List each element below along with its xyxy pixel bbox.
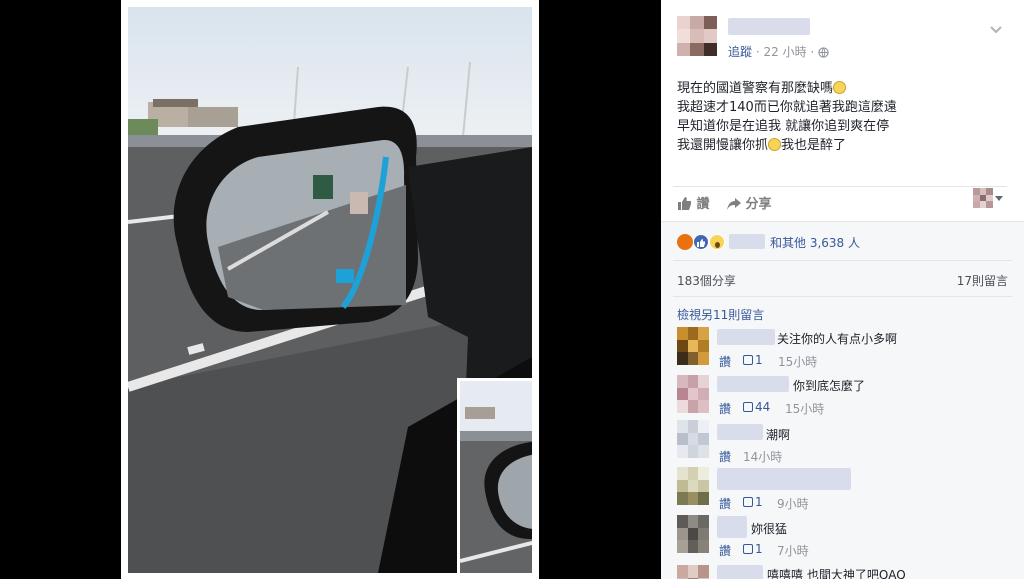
post-line-4: 我還開慢讓你抓 [677, 138, 769, 153]
comment-time[interactable]: 14小時 [743, 448, 782, 465]
comment-like-count[interactable]: 1 [743, 495, 763, 509]
commenter-avatar[interactable] [677, 375, 709, 413]
reactor-name-redacted[interactable] [729, 234, 765, 249]
comment-like-link[interactable]: 讚 [719, 400, 731, 417]
comment-text: 你到底怎麼了 [793, 379, 866, 393]
comment-time[interactable]: 9小時 [777, 495, 809, 512]
avatar-chevron-icon[interactable] [995, 196, 1003, 201]
commenter-name-redacted[interactable] [717, 468, 851, 490]
globe-icon [818, 47, 829, 61]
comment-time[interactable]: 15小時 [785, 400, 824, 417]
comment-text: 妳很猛 [751, 522, 788, 536]
comment-text: 嘻嘻嘻 也間大神了吧QAQ [767, 568, 906, 579]
comment-like-count[interactable]: 44 [743, 400, 770, 414]
like-button[interactable]: 讚 [678, 193, 710, 214]
post-line-5: 我也是醉了 [781, 138, 847, 153]
share-icon [727, 198, 741, 214]
post-time[interactable]: 22 小時 [764, 45, 807, 59]
commenter-avatar[interactable] [677, 420, 709, 458]
reaction-divider [673, 260, 1012, 261]
comment-like-link[interactable]: 讚 [719, 495, 731, 512]
post-photo[interactable] [121, 0, 539, 579]
count-divider [673, 296, 1012, 297]
thumb-icon [743, 544, 753, 554]
commenter-avatar[interactable] [677, 327, 709, 365]
comment-like-count[interactable]: 1 [743, 353, 763, 367]
mirror-closeup-photo [460, 381, 532, 573]
post-text: 現在的國道警察有那麼缺嗎 我超速才140而已你就追著我跑這麼遠 早知道你是在追我… [677, 79, 897, 155]
wow-reaction-icon[interactable] [709, 234, 725, 250]
header-meta-row: 追蹤 · 22 小時 · [728, 43, 829, 59]
commenter-name-redacted[interactable] [717, 376, 789, 392]
meta-separator: · [810, 45, 815, 59]
comment-like-link[interactable]: 讚 [719, 542, 731, 559]
thumb-icon [743, 497, 753, 507]
commenter-name-redacted[interactable] [717, 565, 763, 579]
meta-separator: · [755, 45, 760, 59]
comment-like-count[interactable]: 1 [743, 542, 763, 556]
action-bar-divider [673, 186, 1007, 187]
share-label: 分享 [745, 197, 772, 212]
comment-like-link[interactable]: 讚 [719, 448, 731, 465]
comment-text: 关注你的人有点小多啊 [777, 332, 898, 346]
author-avatar[interactable] [677, 16, 717, 56]
comment-count[interactable]: 17則留言 [957, 272, 1008, 289]
commenter-name-redacted[interactable] [717, 329, 775, 345]
share-count[interactable]: 183個分享 [677, 272, 736, 289]
thumb-icon [743, 402, 753, 412]
inset-photo[interactable] [457, 378, 532, 573]
author-name-redacted[interactable] [728, 18, 810, 35]
view-more-comments[interactable]: 檢視另11則留言 [677, 306, 764, 323]
grin-emoji-icon [833, 81, 847, 94]
viewer-avatar[interactable] [973, 188, 993, 208]
grin-emoji-icon [768, 138, 782, 151]
comment-text: 潮啊 [766, 428, 791, 442]
chevron-down-icon[interactable] [989, 20, 1003, 34]
thumb-icon [743, 355, 753, 365]
comment-time[interactable]: 15小時 [778, 353, 817, 370]
like-icon [678, 197, 692, 214]
post-line-3: 早知道你是在追我 就讓你追到爽在停 [677, 119, 890, 134]
reaction-summary[interactable]: 和其他 3,638 人 [770, 234, 860, 251]
commenter-avatar[interactable] [677, 467, 709, 505]
commenter-avatar[interactable] [677, 565, 709, 579]
like-reaction-icon[interactable] [693, 234, 709, 250]
commenter-name-redacted[interactable] [717, 424, 763, 440]
commenter-name-redacted[interactable] [717, 516, 747, 538]
post-panel: 追蹤 · 22 小時 · 現在的國道警察有那麼缺嗎 我超速才140而已你就追著我… [661, 0, 1024, 579]
angry-reaction-icon[interactable] [677, 234, 693, 250]
like-label: 讚 [696, 197, 710, 212]
comment-like-link[interactable]: 讚 [719, 353, 731, 370]
post-line-1: 現在的國道警察有那麼缺嗎 [677, 81, 834, 96]
comment-time[interactable]: 7小時 [777, 542, 809, 559]
commenter-avatar[interactable] [677, 515, 709, 553]
post-line-2: 我超速才140而已你就追著我跑這麼遠 [677, 100, 897, 115]
share-button[interactable]: 分享 [727, 193, 772, 214]
follow-link[interactable]: 追蹤 [728, 45, 752, 59]
